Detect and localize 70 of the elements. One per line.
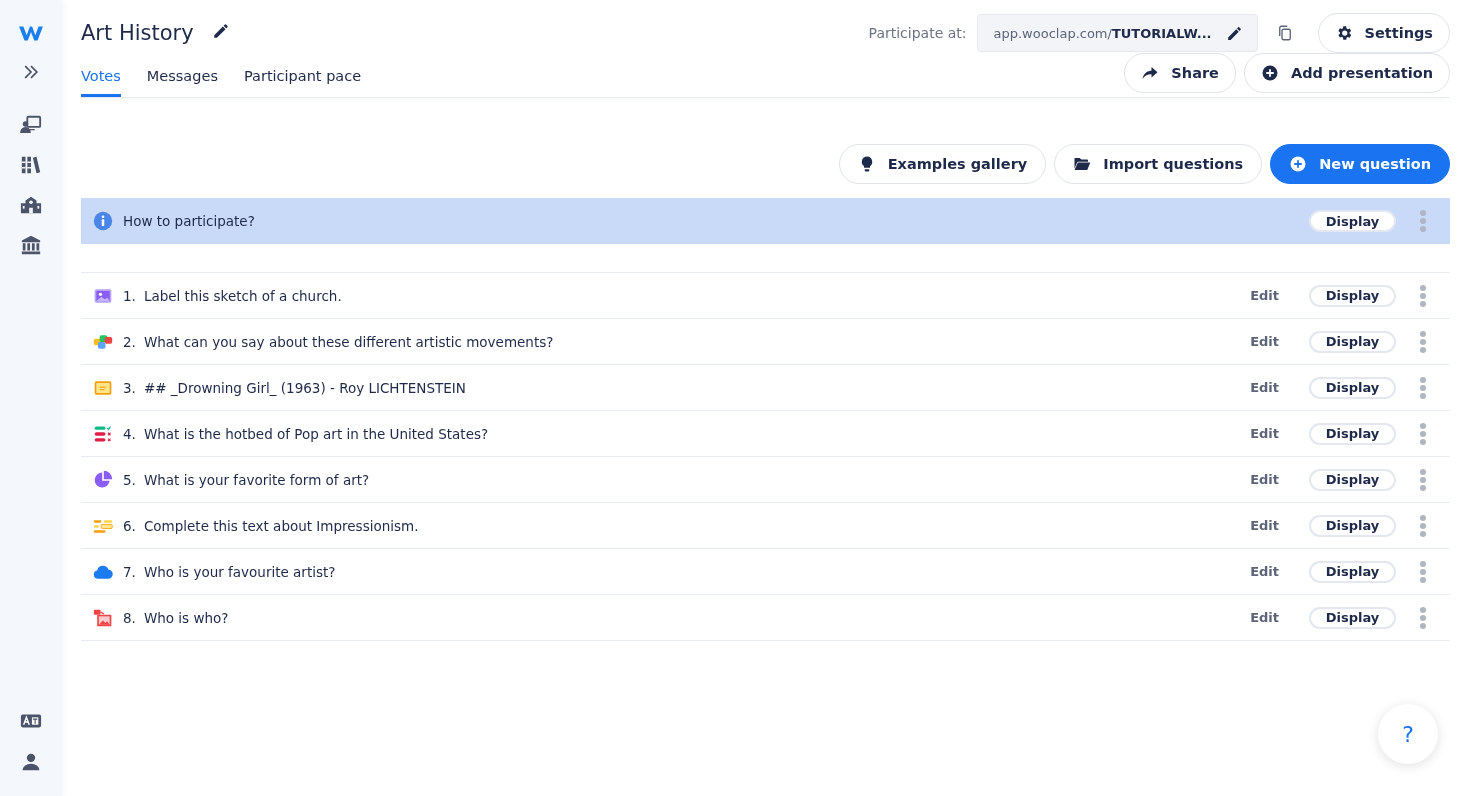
settings-button[interactable]: Settings — [1317, 13, 1450, 53]
edit-icon[interactable] — [1225, 24, 1243, 42]
question-text: What is the hotbed of Pop art in the United States? — [143, 425, 489, 442]
edit-link[interactable]: Edit — [1250, 380, 1279, 395]
help-button[interactable]: ? — [1378, 704, 1438, 764]
display-button[interactable]: Display — [1309, 284, 1396, 307]
institution-icon[interactable] — [20, 234, 42, 256]
new-question-button[interactable]: New question — [1270, 144, 1450, 184]
question-row[interactable]: 2. What can you say about these different artistic movements? Edit Display — [81, 319, 1450, 365]
question-text: What can you say about these different artistic movements? — [143, 333, 554, 350]
question-text: What is your favorite form of art? — [143, 471, 370, 488]
question-text: Label this sketch of a church. — [143, 287, 342, 304]
question-text: Who is your favourite artist? — [143, 563, 336, 580]
plus-circle-icon — [1289, 155, 1308, 173]
question-number: 2. — [123, 333, 136, 350]
picture-match-icon — [93, 607, 113, 628]
edit-link[interactable]: Edit — [1250, 426, 1279, 441]
info-icon — [93, 211, 113, 231]
question-row[interactable]: 3. ## _Drowning Girl_ (1963) - Roy LICHTENSTEIN Edit Display — [81, 365, 1450, 411]
school-icon[interactable] — [20, 194, 42, 216]
presenter-icon[interactable] — [20, 114, 42, 136]
tab[interactable]: Messages — [146, 68, 218, 97]
intro-row[interactable]: How to participate? Display — [81, 198, 1450, 244]
question-number: 4. — [123, 425, 136, 442]
question-row[interactable]: 1. Label this sketch of a church. Edit Display — [81, 273, 1450, 319]
question-text: Complete this text about Impressionism. — [143, 517, 419, 534]
display-button[interactable]: Display — [1309, 514, 1396, 537]
question-text: Who is who? — [143, 609, 229, 626]
question-row[interactable]: 5. What is your favorite form of art? Edit Display — [81, 457, 1450, 503]
folder-icon — [1073, 155, 1092, 173]
question-row[interactable]: 6. Complete this text about Impressionism. Edit Display — [81, 503, 1450, 549]
question-number: 8. — [123, 609, 136, 626]
choice-list-icon — [93, 423, 113, 444]
pie-chart-icon — [93, 469, 113, 490]
display-button[interactable]: Display — [1309, 376, 1396, 399]
tab[interactable]: Participant pace — [243, 68, 362, 97]
display-button[interactable]: Display — [1309, 422, 1396, 445]
display-button[interactable]: Display — [1309, 468, 1396, 491]
edit-link[interactable]: Edit — [1250, 288, 1279, 303]
question-number: 5. — [123, 471, 136, 488]
question-row[interactable]: 8. Who is who? Edit Display — [81, 595, 1450, 641]
display-button[interactable]: Display — [1309, 560, 1396, 583]
user-icon[interactable] — [21, 752, 41, 772]
examples-gallery-button[interactable]: Examples gallery — [838, 144, 1047, 184]
import-questions-button[interactable]: Import questions — [1054, 144, 1263, 184]
edit-link[interactable]: Edit — [1250, 610, 1279, 625]
display-button[interactable]: Display — [1309, 210, 1396, 232]
add-presentation-button[interactable]: Add presentation — [1243, 53, 1450, 93]
share-button[interactable]: Share — [1124, 53, 1236, 93]
presentation-title: Art History — [81, 21, 194, 45]
plus-circle-icon — [1260, 64, 1279, 82]
edit-link[interactable]: Edit — [1250, 334, 1279, 349]
edit-link[interactable]: Edit — [1250, 518, 1279, 533]
question-number: 6. — [123, 517, 136, 534]
question-row[interactable]: 7. Who is your favourite artist? Edit Display — [81, 549, 1450, 595]
question-text: ## _Drowning Girl_ (1963) - Roy LICHTENSTEIN — [143, 379, 466, 396]
display-button[interactable]: Display — [1309, 606, 1396, 629]
library-icon[interactable] — [20, 154, 42, 176]
question-number: 1. — [123, 287, 136, 304]
url-field[interactable]: app.wooclap.com/TUTORIALW... — [976, 14, 1258, 52]
tab[interactable]: Votes — [81, 68, 121, 97]
question-row[interactable]: 4. What is the hotbed of Pop art in the United States? Edit Display — [81, 411, 1450, 457]
edit-link[interactable]: Edit — [1250, 564, 1279, 579]
question-number: 7. — [123, 563, 136, 580]
display-button[interactable]: Display — [1309, 330, 1396, 353]
participate-label: Participate at: — [868, 25, 967, 41]
question-text: How to participate? — [123, 213, 255, 229]
edit-link[interactable]: Edit — [1250, 472, 1279, 487]
edit-icon[interactable] — [211, 22, 230, 40]
question-number: 3. — [123, 379, 136, 396]
